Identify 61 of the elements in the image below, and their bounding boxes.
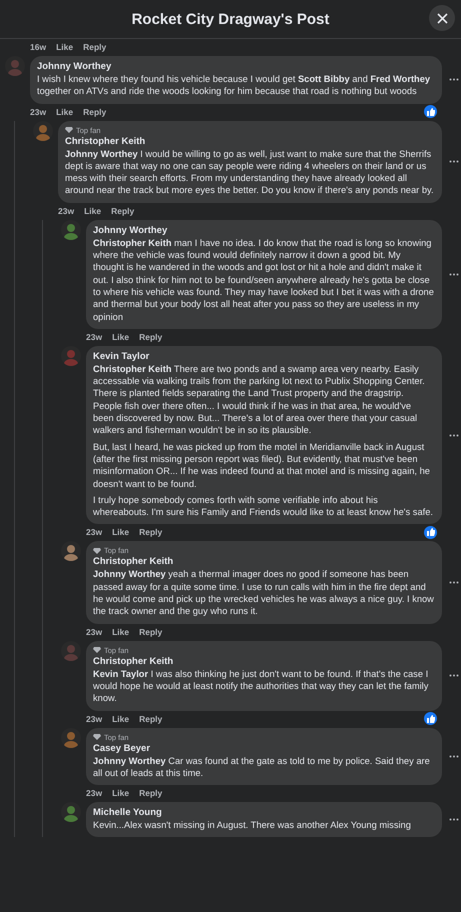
reply-link[interactable]: Reply [139,527,162,538]
reply-link[interactable]: Reply [139,332,162,342]
comment-time[interactable]: 23w [86,527,102,538]
like-reaction-icon[interactable] [424,526,437,539]
more-options-icon[interactable] [449,754,459,758]
comment-author[interactable]: Michelle Young [93,807,434,818]
comment-time[interactable]: 23w [86,788,102,798]
like-link[interactable]: Like [56,106,74,117]
close-icon [436,12,448,24]
comment-time[interactable]: 23w [30,106,46,117]
comment-text: Christopher Keith There are two ponds and a swamp area very nearby. Easily accessable via walking trails from the parking lot next to Publix Shopping Center. There is planted fields separating the Land Trust property and the dragstrip. People fish over there often... I would think if he was in that area, he would've been discovered by now. But... There's a lot of area over there that your casual walkers and fisherman wouldn't be in so its plausible. [93,362,426,437]
comment-time[interactable]: 23w [86,626,102,637]
comment-author[interactable]: Christopher Keith [93,556,434,568]
comment-text: Johnny Worthey Car was found at the gate as told to me by police. Said they are all out of leads at this time. [93,754,431,780]
comment-time[interactable]: 23w [58,206,74,216]
more-options-icon[interactable] [449,160,459,164]
comment-time[interactable]: 23w [86,332,102,342]
avatar[interactable] [61,541,81,562]
comment-author[interactable]: Johnny Worthey [93,224,434,236]
like-reaction-icon[interactable] [424,712,437,725]
more-options-icon[interactable] [449,272,459,276]
comment-author[interactable]: Casey Beyer [93,742,434,754]
avatar[interactable] [61,802,81,822]
comment-text: Christopher Keith man I have no idea. I do know that the road is long so knowing where the vehicle was found would definitely narrow it down a good bit. My thought is he wandered in the woods and got lost or hit a hole and didn't make it out. I also think for him not to be found/seen anywhere already he's gotta be close to where his vehicle was found. They may have looked but I bet it was with a drone and thermal but your body lost all heat after you pass so they are useless in my opinion [93,236,434,323]
avatar[interactable] [33,120,53,141]
reply-link[interactable]: Reply [83,106,106,117]
more-options-icon[interactable] [449,434,459,437]
avatar[interactable] [61,728,81,748]
comment-text: But, last I heard, he was picked up from the motel in Meridianville back in August (after the first missing person report was filed). But evidently, that must've been misinformation OR... If he was indeed found at that motel and is missing again, he doesn't want to be found. [93,440,431,490]
reply-link[interactable]: Reply [83,42,106,52]
post-title: Rocket City Dragway's Post [132,10,330,28]
reply-link[interactable]: Reply [111,206,134,216]
comment-time[interactable]: 23w [86,714,102,724]
reply-link[interactable]: Reply [139,714,162,724]
comment-text: Johnny Worthey yeah a thermal imager does no good if someone has been passed away for a quite some time. I use to run calls with him in the fire dept and he would come and pick up the wrecked vehicles he was always a nice guy. I know the track owner and the guy who runs it. [93,568,434,618]
more-options-icon[interactable] [449,674,459,678]
comment-text: I truly hope somebody comes forth with some verifiable info about his whereabouts. I'm sure his Family and Friends would like to at least know he's safe. [93,494,434,518]
more-options-icon[interactable] [449,818,459,822]
reply-link[interactable]: Reply [139,788,162,798]
like-link[interactable]: Like [112,714,130,724]
reply-link[interactable]: Reply [139,626,162,637]
avatar[interactable] [61,220,81,240]
comment-text: Kevin...Alex wasn't missing in August. There was another Alex Young missing [93,819,412,832]
comment-author[interactable]: Christopher Keith [65,136,434,147]
comment-text: Johnny Worthey I would be willing to go as well, just want to make sure that the Sherrifs dept is aware that way no one can say people were riding 4 wheelers on their land or us mess with their search efforts. From my understanding they have already looked all around near the track but more eyes the better. Do you know if there's any ponds near by. [65,148,434,197]
close-button[interactable] [429,5,455,31]
like-link[interactable]: Like [112,788,130,798]
comment-time[interactable]: 16w [30,42,46,52]
like-link[interactable]: Like [56,42,74,52]
more-options-icon[interactable] [449,78,459,82]
like-link[interactable]: Like [112,527,130,538]
comment-text: I wish I knew where they found his vehicle because I would get Scott Bibby and Fred Worthey together on ATVs and ride the woods looking for him because that road is nothing but woods [37,73,432,98]
comment-author[interactable]: Christopher Keith [93,656,434,667]
comment-text: Kevin Taylor I was also thinking he just don't want to be found. If that's the case I would hope he would at least notify the authorities that way they can let the family know. [93,668,430,704]
like-link[interactable]: Like [84,206,102,216]
more-options-icon[interactable] [449,581,459,584]
comment-author[interactable]: Kevin Taylor [93,350,434,362]
comment-author[interactable]: Johnny Worthey [37,61,434,72]
like-link[interactable]: Like [112,626,130,637]
like-reaction-icon[interactable] [424,105,437,118]
like-link[interactable]: Like [112,332,130,342]
